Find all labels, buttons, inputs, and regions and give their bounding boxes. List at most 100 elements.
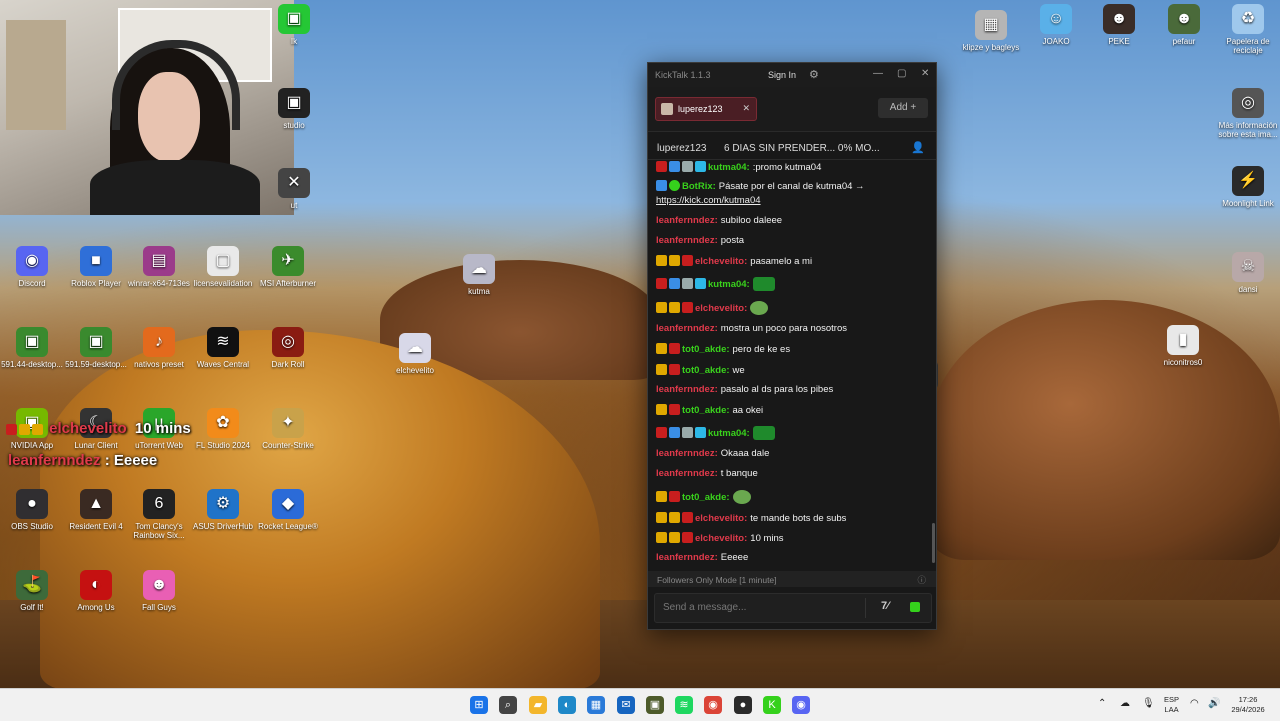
chevron-up-icon[interactable]: ⌃ [1098,699,1106,709]
chat-message[interactable]: BotRix: Pásate por el canal de kutma04 → [656,180,865,192]
desktop-icon[interactable]: ◐ Among Us [64,570,128,612]
volume-icon[interactable]: 🔊 [1208,699,1220,709]
chat-message[interactable]: kutma04: [656,426,775,440]
desktop-icon[interactable]: ✦ Counter-Strike [256,408,320,450]
start-icon[interactable]: ⊞ [470,696,488,714]
chat-username[interactable]: elchevelito: [695,303,747,314]
desktop-icon[interactable]: ▮ niconitros0 [1151,325,1215,367]
desktop-icon[interactable]: ▣ Ik [262,4,326,46]
language-indicator[interactable]: ESP LAA [1164,695,1179,715]
desktop-icon[interactable]: ✿ FL Studio 2024 [191,408,255,450]
emote-picker-icon[interactable]: 7⁄ [881,600,889,612]
desktop-icon[interactable]: ▣ studio [262,88,326,130]
chat-message[interactable]: leanfernndez: Eeeee [656,552,748,563]
minimize-icon[interactable]: — [873,68,883,79]
chat-message[interactable]: tot0_akde: pero de ke es [656,343,790,355]
wifi-icon[interactable]: ◠ [1190,699,1199,709]
desktop-icon[interactable]: ☻ pefaur [1152,4,1216,46]
chat-message[interactable]: leanfernndez: subiloo daleee [656,215,782,226]
chat-message[interactable]: leanfernndez: t banque [656,468,758,479]
chat-message[interactable]: https://kick.com/kutma04 [656,195,761,206]
chrome-icon[interactable]: ◉ [704,696,722,714]
close-tab-icon[interactable]: ✕ [742,103,750,114]
chat-username[interactable]: leanfernndez: [656,448,718,459]
obs-icon[interactable]: ● [734,696,752,714]
chat-message[interactable]: elchevelito: te mande bots de subs [656,512,846,524]
chat-message[interactable]: elchevelito: 10 mins [656,532,784,544]
sign-in-button[interactable]: Sign In [768,70,796,80]
chat-message[interactable]: kutma04: [656,277,775,291]
chat-username[interactable]: leanfernndez: [656,384,718,395]
desktop-icon[interactable]: ♻ Papelera de reciclaje [1216,4,1280,55]
desktop-icon[interactable]: ▦ klipze y bagleys [959,10,1023,52]
app-icon[interactable]: ▣ [646,696,664,714]
chat-username[interactable]: kutma04: [708,428,750,439]
kick-icon[interactable]: K [763,696,781,714]
microphone-icon[interactable]: 🎙 [1142,699,1155,709]
chat-message[interactable]: tot0_akde: aa okei [656,404,763,416]
desktop-icon[interactable]: ● OBS Studio [0,489,64,531]
clock[interactable]: 17:26 29/4/2026 [1224,695,1272,715]
desktop-icon[interactable]: ✈ MSI Afterburner [256,246,320,288]
chat-username[interactable]: kutma04: [708,279,750,290]
desktop-icon[interactable]: ⛳ Golf It! [0,570,64,612]
desktop-icon[interactable]: ☻ PEKE [1087,4,1151,46]
chat-username[interactable]: kutma04: [708,162,750,173]
chat-message[interactable]: kutma04::promo kutma04 [656,161,821,173]
chat-username[interactable]: leanfernndez: [656,323,718,334]
desktop-icon[interactable]: ☠ dansi [1216,252,1280,294]
desktop-icon[interactable]: ■ Roblox Player [64,246,128,288]
desktop-icon[interactable]: ⚙ ASUS DriverHub [191,489,255,531]
chat-username[interactable]: leanfernndez: [656,552,718,563]
user-icon[interactable]: 👤 [911,141,925,154]
desktop-icon[interactable]: ☻ Fall Guys [127,570,191,612]
add-channel-button[interactable]: Add + [878,98,928,118]
desktop-icon[interactable]: ≋ Waves Central [191,327,255,369]
gear-icon[interactable]: ⚙ [809,68,819,81]
desktop-icon[interactable]: ▤ winrar-x64-713es [127,246,191,288]
edge-icon[interactable]: ◐ [558,696,576,714]
maximize-icon[interactable]: ▢ [897,68,906,79]
spotify-icon[interactable]: ≋ [675,696,693,714]
chat-message[interactable]: leanfernndez: pasalo al ds para los pibes [656,384,833,395]
file-explorer-icon[interactable]: ▰ [529,696,547,714]
chat-username[interactable]: leanfernndez: [656,468,718,479]
chat-username[interactable]: tot0_akde: [682,344,730,355]
chat-message[interactable]: tot0_akde: [656,490,751,504]
scrollbar[interactable] [932,523,935,563]
chat-username[interactable]: BotRix: [682,181,716,192]
chat-messages[interactable]: kutma04::promo kutma04BotRix: Pásate por … [648,159,932,569]
tab-luperez123[interactable]: luperez123 ✕ [655,97,757,121]
chat-message[interactable]: tot0_akde: we [656,364,745,376]
chat-username[interactable]: elchevelito: [695,256,747,267]
chat-username[interactable]: elchevelito: [695,533,747,544]
message-input[interactable] [661,601,855,614]
search-icon[interactable]: ⌕ [499,696,517,714]
desktop-icon[interactable]: ▲ Resident Evil 4 [64,489,128,531]
chat-message[interactable]: elchevelito: [656,301,769,315]
chat-message[interactable]: leanfernndez: mostra un poco para nosotro… [656,323,847,334]
desktop-icon[interactable]: ☁ elchevelito [383,333,447,375]
desktop-icon[interactable]: ◎ Más información sobre esta ima... [1216,88,1280,139]
desktop-icon[interactable]: ☁ kutma [447,254,511,296]
network-icon[interactable]: ☁ [1120,699,1130,709]
desktop-icon[interactable]: ✕ ut [262,168,326,210]
chat-message[interactable]: elchevelito: pasamelo a mi [656,255,812,267]
close-icon[interactable]: ✕ [921,68,929,79]
chat-username[interactable]: tot0_akde: [682,405,730,416]
desktop-icon[interactable]: ◎ Dark Roll [256,327,320,369]
discord-icon[interactable]: ◉ [792,696,810,714]
chat-username[interactable]: leanfernndez: [656,235,718,246]
kick-emote-icon[interactable] [910,602,920,612]
outlook-icon[interactable]: ✉ [617,696,635,714]
chat-username[interactable]: elchevelito: [695,513,747,524]
store-icon[interactable]: ▦ [587,696,605,714]
chat-username[interactable]: tot0_akde: [682,492,730,503]
chat-link[interactable]: https://kick.com/kutma04 [656,195,761,206]
desktop-icon[interactable]: 6 Tom Clancy's Rainbow Six... [127,489,191,540]
desktop-icon[interactable]: ♪ nativos preset [127,327,191,369]
info-icon[interactable]: ⓘ [917,574,926,586]
chat-message[interactable]: leanfernndez: posta [656,235,744,246]
desktop-icon[interactable]: ⚡ Moonlight Link [1216,166,1280,208]
chat-username[interactable]: leanfernndez: [656,215,718,226]
